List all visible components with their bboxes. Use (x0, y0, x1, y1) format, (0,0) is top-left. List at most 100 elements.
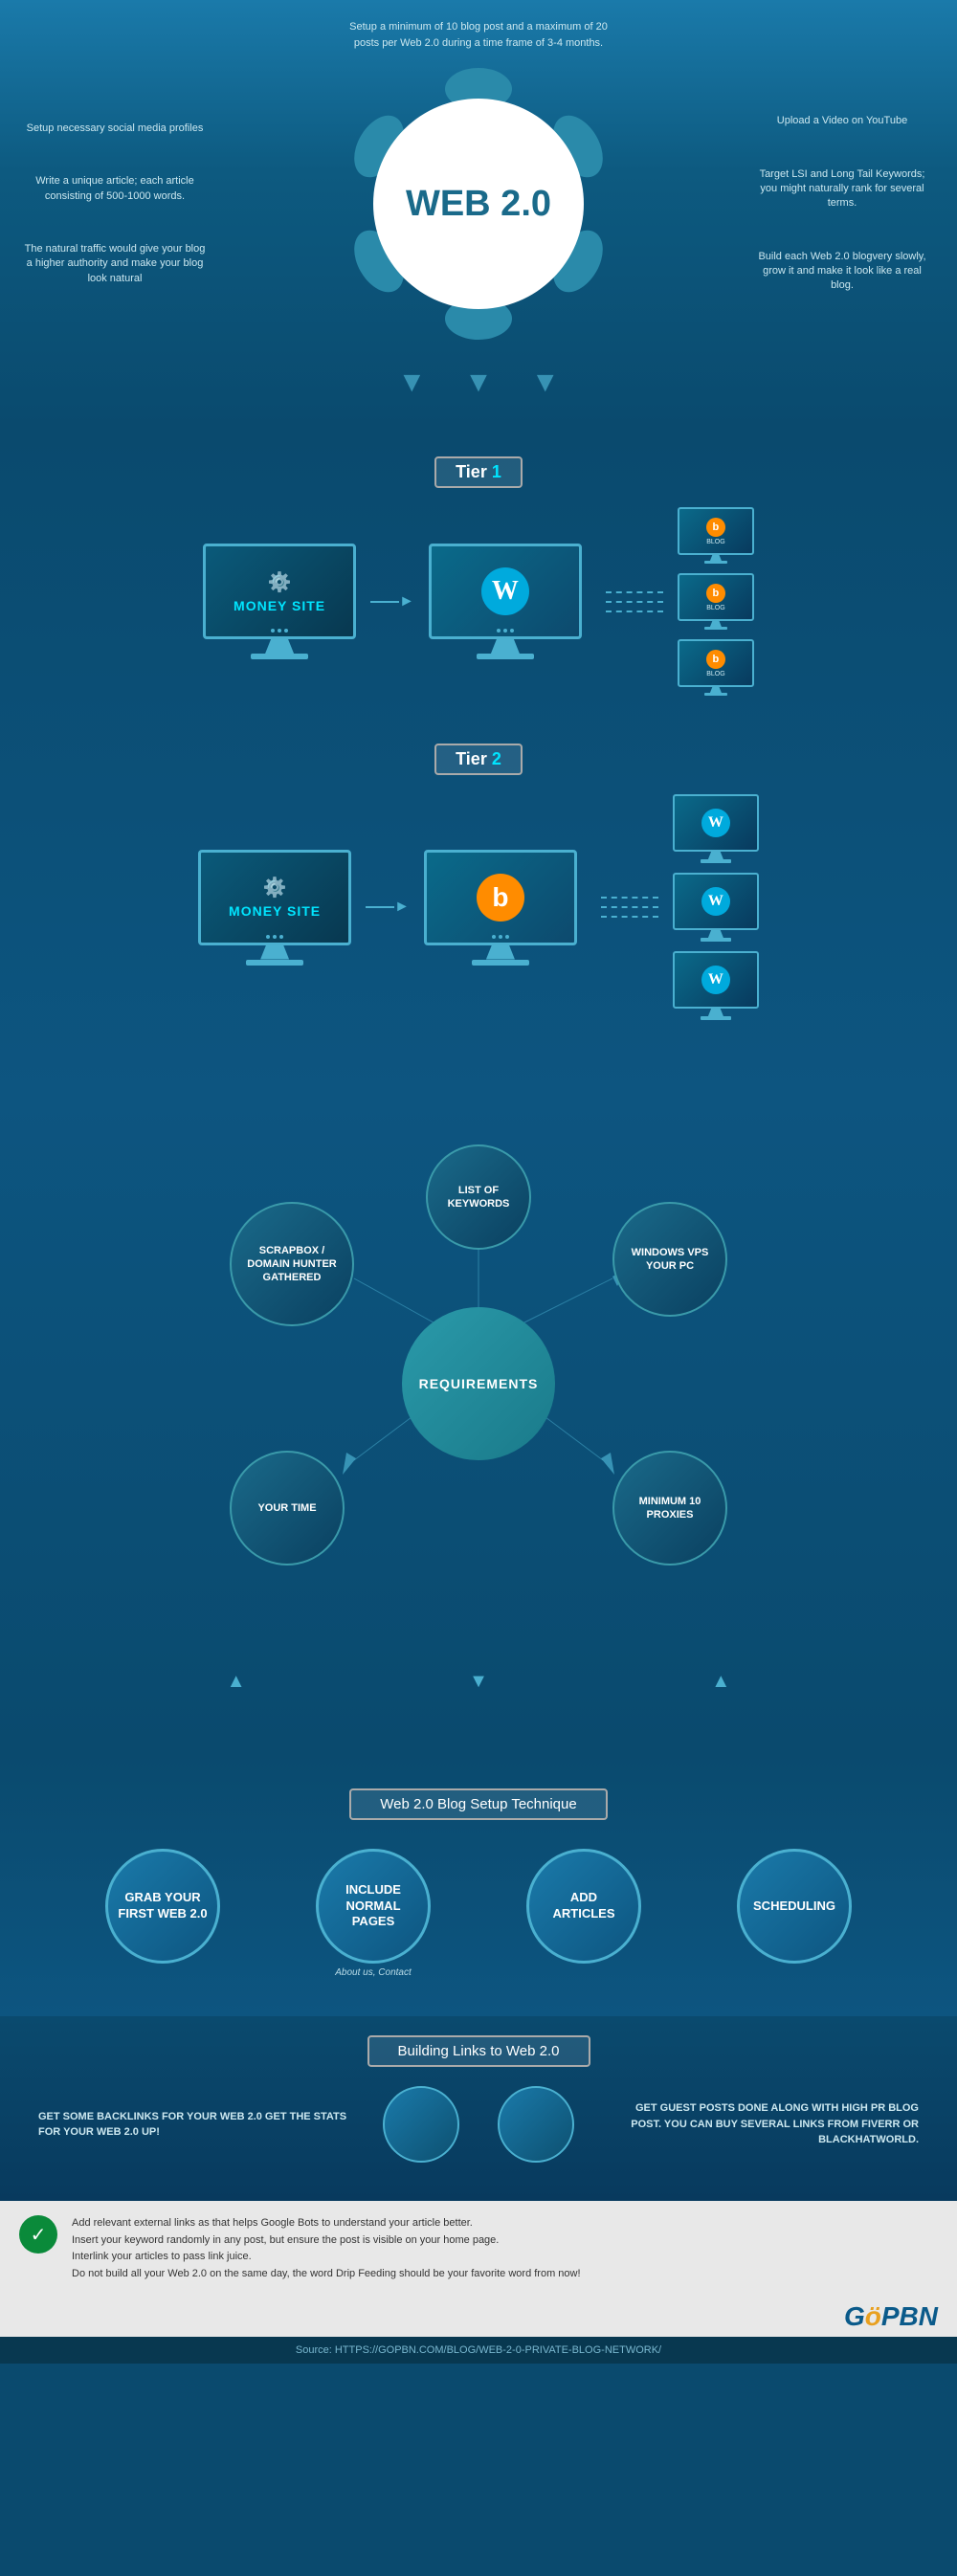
dot6 (510, 629, 514, 633)
monitor-stand-1 (265, 639, 294, 654)
building-right-circle-col (488, 2086, 584, 2163)
tier2-label-container: Tier 2 (38, 744, 919, 775)
wp-sm-icon-3: W (701, 966, 730, 994)
tip-bot-left: The natural traffic would give your blog… (19, 237, 211, 291)
tier1-row: ⚙️ MONEY SITE ► (38, 507, 919, 696)
dashed-3 (606, 611, 663, 612)
step-3: ADD ARTICLES (498, 1849, 670, 1978)
wp-sm-icon-2: W (701, 887, 730, 916)
web20-section: Setup a minimum of 10 blog post and a ma… (0, 0, 957, 428)
tier2-wp-screen-2: W (673, 873, 759, 930)
tier2-wp-monitors: W W W (673, 794, 759, 1020)
blog-monitor-1: b BLOG (678, 507, 754, 564)
money-site-1: ⚙️ MONEY SITE (203, 544, 356, 659)
blog-stand-1 (710, 555, 722, 561)
footer-note-1: Add relevant external links as that help… (72, 2215, 581, 2232)
link-circle-left (383, 2086, 459, 2163)
blog-setup-steps: GRAB YOUR FIRST WEB 2.0 INCLUDE NORMAL P… (38, 1849, 919, 1978)
money-screen-1: ⚙️ MONEY SITE (203, 544, 356, 639)
money-screen-2: ⚙️ MONEY SITE (198, 850, 351, 945)
blog-base-3 (704, 693, 727, 696)
tier2-row: ⚙️ MONEY SITE ► (38, 794, 919, 1020)
blogger-monitor-center: b (424, 850, 577, 966)
req-keywords-node: LIST OF KEYWORDS (426, 1144, 531, 1250)
building-right-text: GET GUEST POSTS DONE ALONG WITH HIGH PR … (603, 2100, 919, 2148)
t2-base-2 (701, 938, 731, 942)
req-center-node: REQUIREMENTS (402, 1307, 555, 1460)
step-1-circle: GRAB YOUR FIRST WEB 2.0 (105, 1849, 220, 1964)
tier2-label-box: Tier 2 (434, 744, 523, 775)
requirements-section: REQUIREMENTS LIST OF KEYWORDS WINDOWS VP… (0, 1097, 957, 1750)
down-arrows: ▼ ▼ ▼ (19, 366, 938, 409)
tier2-wp-screen-1: W (673, 794, 759, 852)
monitor-base-1 (251, 654, 308, 659)
tier2-num: 2 (492, 749, 501, 768)
dot2 (278, 629, 281, 633)
t2-stand-3 (708, 1009, 723, 1016)
blog-screen-1: b BLOG (678, 507, 754, 555)
arrow-2: ▼ (464, 366, 493, 399)
web20-title: WEB 2.0 (406, 186, 551, 222)
blog-text-2: BLOG (706, 605, 724, 611)
req-bottom-arrows: ▲ ▼ ▲ (19, 1671, 938, 1693)
step-4-circle: SCHEDULING (737, 1849, 852, 1964)
gopbn-logo-section: GöPBN (0, 2297, 957, 2337)
monitor-base-2 (477, 654, 534, 659)
link-circle-right (498, 2086, 574, 2163)
dot5 (503, 629, 507, 633)
web20-layout: Setup necessary social media profiles Wr… (19, 60, 938, 347)
tier2-wp-screen-3: W (673, 951, 759, 1009)
t2-arrow-line (366, 906, 394, 908)
tip-mid-right: Target LSI and Long Tail Keywords; you m… (746, 163, 938, 216)
footer-note-text: Add relevant external links as that help… (72, 2215, 581, 2282)
monitor-dots-2 (497, 629, 514, 633)
blogger-icon-2: b (706, 584, 725, 603)
infographic: Setup a minimum of 10 blog post and a ma… (0, 0, 957, 2364)
footer-note-2: Insert your keyword randomly in any post… (72, 2232, 581, 2250)
wp-screen-1: W (429, 544, 582, 639)
tier2-arrow-1: ► (366, 899, 410, 916)
dot11 (499, 935, 502, 939)
blog-screen-3: b BLOG (678, 639, 754, 687)
web20-center: WEB 2.0 (211, 60, 746, 347)
step-2-circle: INCLUDE NORMAL PAGES (316, 1849, 431, 1964)
step-2-sub: About us, Contact (335, 1967, 412, 1978)
blog-monitor-3: b BLOG (678, 639, 754, 696)
money-label-1: MONEY SITE (234, 598, 325, 613)
right-tips: Upload a Video on YouTube Target LSI and… (746, 109, 938, 299)
dot3 (284, 629, 288, 633)
tier2-block: Tier 2 ⚙️ MONEY SITE (38, 744, 919, 1020)
wp-monitor-1: W (429, 544, 582, 659)
checkmark-icon: ✓ (19, 2215, 57, 2254)
requirements-web: REQUIREMENTS LIST OF KEYWORDS WINDOWS VP… (144, 1135, 813, 1632)
blog-base-2 (704, 627, 727, 630)
monitor-dots-3 (266, 935, 283, 939)
monitor-base-4 (472, 960, 529, 966)
req-arrow-3: ▲ (711, 1671, 730, 1693)
dashed-1 (606, 591, 663, 593)
building-left-circle-col (373, 2086, 469, 2163)
tier2-dashed-arrows (601, 897, 658, 918)
tier1-blogs: b BLOG b BLOG (678, 507, 754, 696)
source-bar: Source: HTTPS://GOPBN.COM/BLOG/WEB-2-0-P… (0, 2337, 957, 2364)
tier2-wp-3: W (673, 951, 759, 1020)
tier1-label-container: Tier 1 (38, 456, 919, 488)
t2-stand-2 (708, 930, 723, 938)
footer-note-4: Do not build all your Web 2.0 on the sam… (72, 2266, 581, 2283)
dot8 (273, 935, 277, 939)
blog-setup-section: Web 2.0 Blog Setup Technique GRAB YOUR F… (0, 1750, 957, 2016)
monitor-stand-2 (491, 639, 520, 654)
monitor-dots-1 (271, 629, 288, 633)
monitor-stand-3 (260, 945, 289, 960)
tip-bot-right: Build each Web 2.0 blogvery slowly, grow… (746, 245, 938, 299)
blog-setup-title-box: Web 2.0 Blog Setup Technique (38, 1788, 919, 1820)
blogger-icon-3: b (706, 650, 725, 669)
blog-text-3: BLOG (706, 671, 724, 677)
req-proxies-node: MINIMUM 10 PROXIES (612, 1451, 727, 1566)
web20-inner-circle: WEB 2.0 (373, 99, 584, 309)
step-1: GRAB YOUR FIRST WEB 2.0 (77, 1849, 249, 1978)
arrow-1: ▼ (397, 366, 426, 399)
blog-stand-3 (710, 687, 722, 693)
t2-dashed-3 (601, 916, 658, 918)
building-left-text: GET SOME BACKLINKS FOR YOUR WEB 2.0 GET … (38, 2109, 354, 2141)
